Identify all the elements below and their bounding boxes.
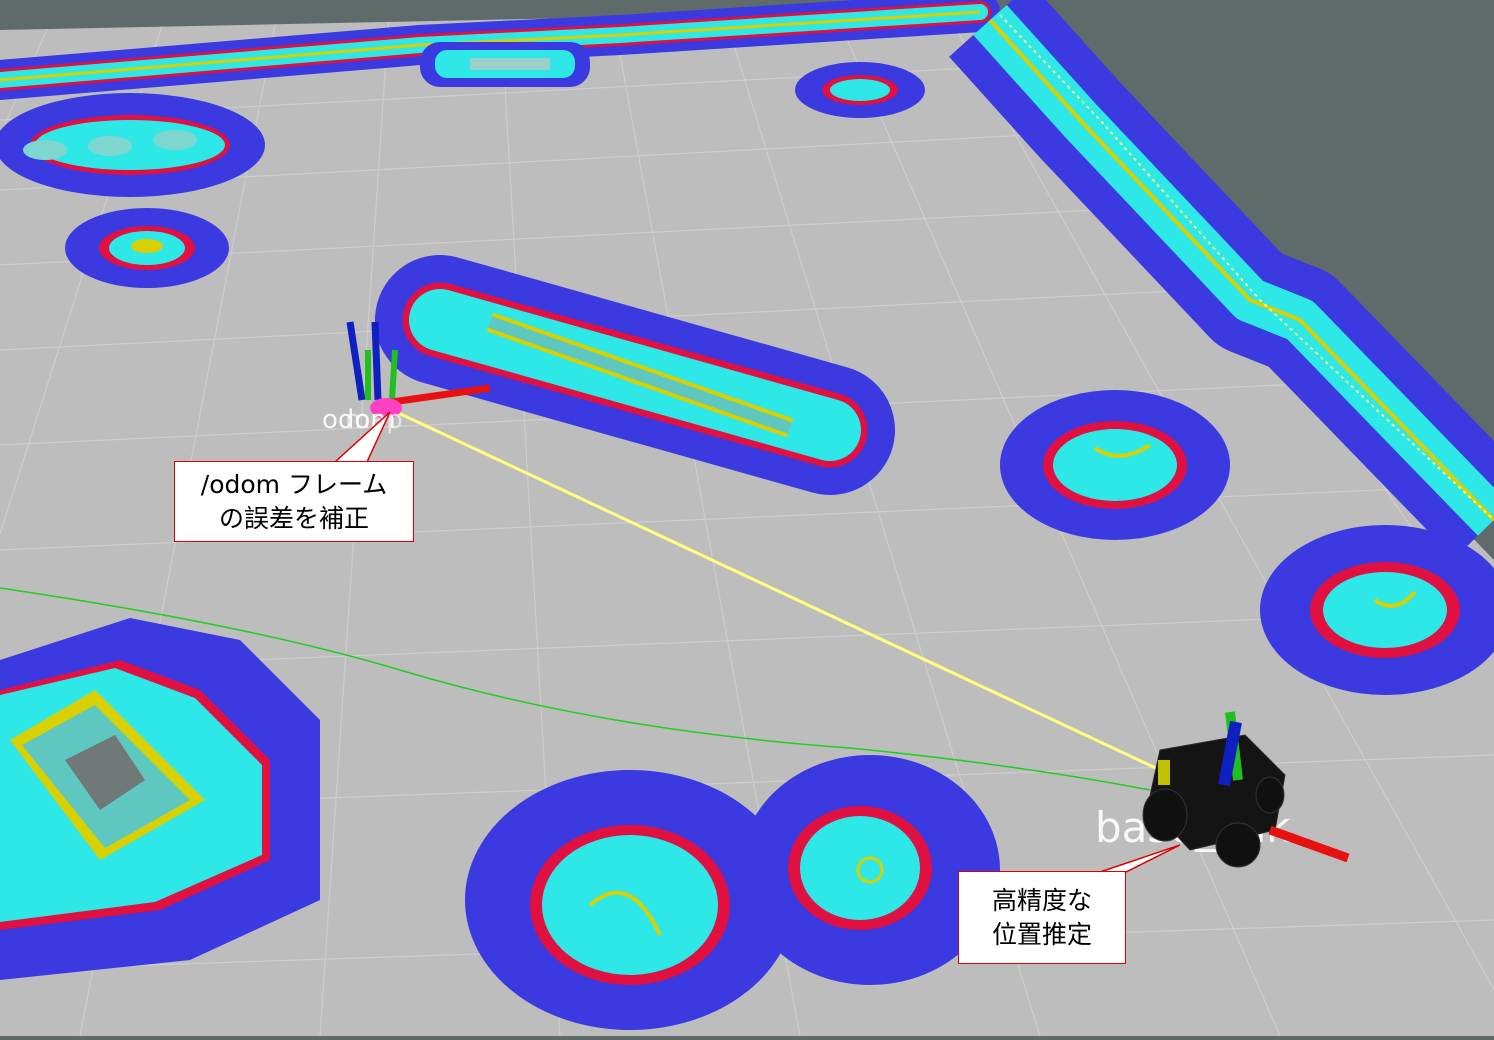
localization-callout-line1: 高精度な [991,886,1092,915]
odom-callout-line1: /odom フレーム [200,470,388,499]
odom-callout-line2: の誤差を補正 [218,504,369,533]
localization-callout: 高精度な 位置推定 [958,871,1126,964]
localization-callout-line2: 位置推定 [991,920,1092,949]
costmap-blob-chain-top-left [0,93,265,197]
costmap-blob-right-1 [1000,390,1230,540]
odom-correction-callout: /odom フレーム の誤差を補正 [174,461,414,542]
costmap-blob-left [65,208,229,288]
costmap-blob-small-top [795,62,925,118]
